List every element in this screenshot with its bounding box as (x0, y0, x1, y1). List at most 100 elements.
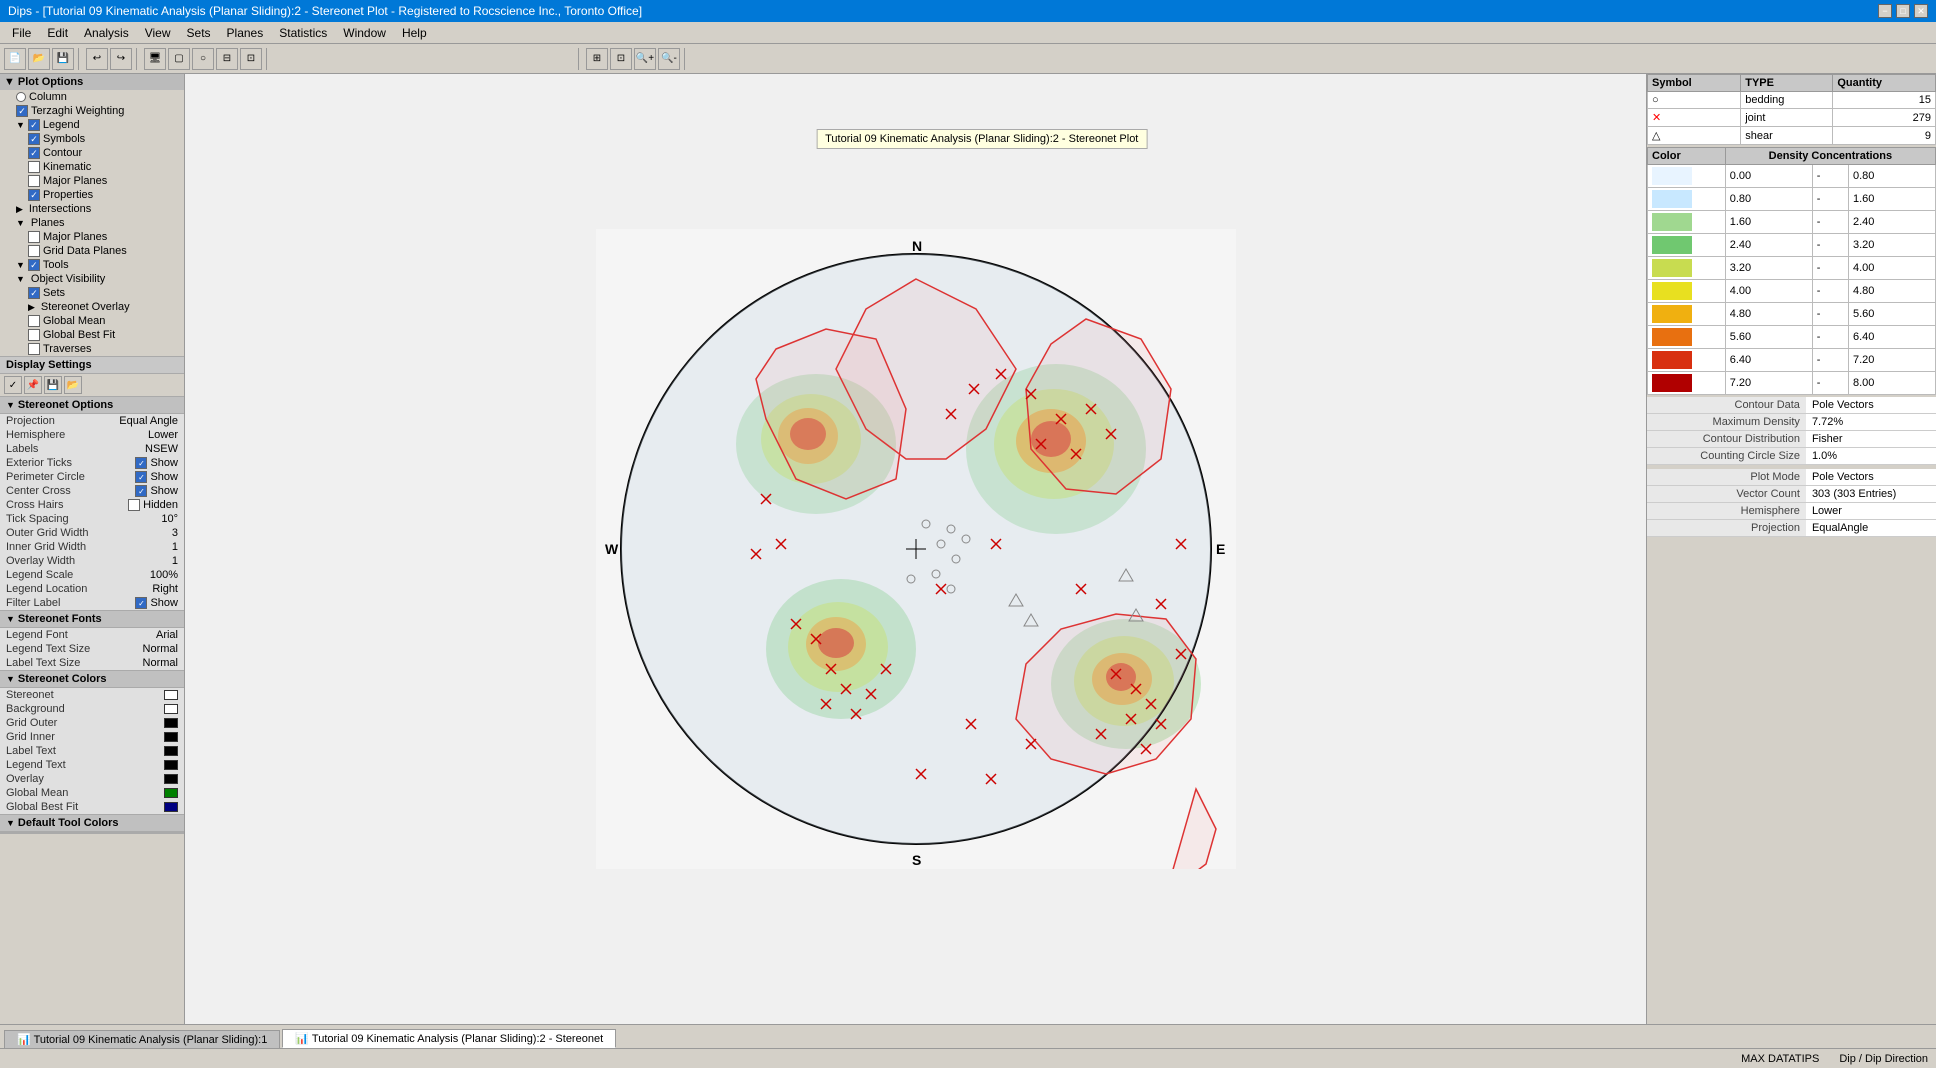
tab-1[interactable]: 📊 Tutorial 09 Kinematic Analysis (Planar… (4, 1030, 280, 1048)
stereonet-fonts-header[interactable]: ▼ Stereonet Fonts (0, 611, 184, 628)
cross-hairs-checkbox[interactable] (128, 499, 140, 511)
stereonet-options-header[interactable]: ▼ Stereonet Options (0, 397, 184, 414)
sets-item[interactable]: ✓ Sets (0, 286, 184, 300)
tb-filter[interactable]: ⊟ (216, 48, 238, 70)
global-best-fit-item[interactable]: Global Best Fit (0, 328, 184, 342)
global-best-fit-color-box[interactable] (164, 802, 178, 812)
dip-direction-label: Dip / Dip Direction (1839, 1053, 1928, 1065)
background-color-box[interactable] (164, 704, 178, 714)
tb-sep4 (578, 48, 582, 70)
menu-file[interactable]: File (4, 24, 39, 42)
major-planes-checkbox[interactable] (28, 175, 40, 187)
terzaghi-item[interactable]: ✓ Terzaghi Weighting (0, 104, 184, 118)
major-planes2-item[interactable]: Major Planes (0, 230, 184, 244)
contour-data-row: Contour Data Pole Vectors (1647, 397, 1936, 414)
display-settings-header[interactable]: Display Settings (0, 357, 184, 374)
tb-new[interactable]: 📄 (4, 48, 26, 70)
menu-planes[interactable]: Planes (219, 24, 272, 42)
tb-open[interactable]: 📂 (28, 48, 50, 70)
grid-data-planes-checkbox[interactable] (28, 245, 40, 257)
menu-analysis[interactable]: Analysis (76, 24, 137, 42)
properties-item[interactable]: ✓ Properties (0, 188, 184, 202)
ds-pin[interactable]: 📌 (24, 376, 42, 394)
tab-2[interactable]: 📊 Tutorial 09 Kinematic Analysis (Planar… (282, 1029, 616, 1048)
tb-zoom-fit[interactable]: ⊡ (610, 48, 632, 70)
tb-select[interactable]: ▢ (168, 48, 190, 70)
stereonet-colors-header[interactable]: ▼ Stereonet Colors (0, 671, 184, 688)
stereonet-color-box[interactable] (164, 690, 178, 700)
tools-item[interactable]: ▼ ✓ Tools (0, 258, 184, 272)
grid-inner-color-box[interactable] (164, 732, 178, 742)
tb-redo[interactable]: ↪ (110, 48, 132, 70)
intersections-item[interactable]: ▶ Intersections (0, 202, 184, 216)
global-mean-item[interactable]: Global Mean (0, 314, 184, 328)
tb-monitor[interactable]: 🖥 (144, 48, 166, 70)
tb-filter2[interactable]: ⊡ (240, 48, 262, 70)
menu-sets[interactable]: Sets (179, 24, 219, 42)
default-tool-colors-header[interactable]: ▼ Default Tool Colors (0, 815, 184, 832)
major-planes2-checkbox[interactable] (28, 231, 40, 243)
close-button[interactable]: ✕ (1914, 4, 1928, 18)
properties-checkbox[interactable]: ✓ (28, 189, 40, 201)
column-radio[interactable] (16, 92, 26, 102)
overlay-width-row: Overlay Width 1 (0, 554, 184, 568)
perimeter-circle-checkbox[interactable]: ✓ (135, 471, 147, 483)
tools-checkbox[interactable]: ✓ (28, 259, 40, 271)
tb-save[interactable]: 💾 (52, 48, 74, 70)
tb-grid[interactable]: ⊞ (586, 48, 608, 70)
menu-statistics[interactable]: Statistics (271, 24, 335, 42)
tb-undo[interactable]: ↩ (86, 48, 108, 70)
filter-label-checkbox[interactable]: ✓ (135, 597, 147, 609)
traverses-checkbox[interactable] (28, 343, 40, 355)
tb-lasso[interactable]: ○ (192, 48, 214, 70)
tb-zoom-in[interactable]: 🔍+ (634, 48, 656, 70)
cross-hairs-row: Cross Hairs Hidden (0, 498, 184, 512)
minimize-button[interactable]: − (1878, 4, 1892, 18)
density-row: 7.20-8.00 (1648, 372, 1936, 395)
left-panel: ▼ Plot Options Column ✓ Terzaghi Weighti… (0, 74, 185, 1024)
legend-item[interactable]: ▼ ✓ Legend (0, 118, 184, 132)
ds-open2[interactable]: 📂 (64, 376, 82, 394)
menu-window[interactable]: Window (335, 24, 394, 42)
kinematic-item[interactable]: Kinematic (0, 160, 184, 174)
contour-item[interactable]: ✓ Contour (0, 146, 184, 160)
menu-view[interactable]: View (137, 24, 179, 42)
tb-zoom-out[interactable]: 🔍- (658, 48, 680, 70)
label-text-color-box[interactable] (164, 746, 178, 756)
legend-text-color-row: Legend Text (0, 758, 184, 772)
ds-save2[interactable]: 💾 (44, 376, 62, 394)
contour-checkbox[interactable]: ✓ (28, 147, 40, 159)
traverses-item[interactable]: Traverses (0, 342, 184, 356)
overlay-color-box[interactable] (164, 774, 178, 784)
column-item[interactable]: Column (0, 90, 184, 104)
center-cross-checkbox[interactable]: ✓ (135, 485, 147, 497)
tb-sep1 (78, 48, 82, 70)
stereonet-fonts-section: ▼ Stereonet Fonts Legend Font Arial Lege… (0, 611, 184, 671)
planes-item[interactable]: ▼ Planes (0, 216, 184, 230)
major-planes-item[interactable]: Major Planes (0, 174, 184, 188)
maximize-button[interactable]: □ (1896, 4, 1910, 18)
menu-edit[interactable]: Edit (39, 24, 76, 42)
terzaghi-checkbox[interactable]: ✓ (16, 105, 28, 117)
symbols-checkbox[interactable]: ✓ (28, 133, 40, 145)
kinematic-checkbox[interactable] (28, 161, 40, 173)
grid-outer-color-box[interactable] (164, 718, 178, 728)
sets-checkbox[interactable]: ✓ (28, 287, 40, 299)
ds-check[interactable]: ✓ (4, 376, 22, 394)
projection-row2: Projection EqualAngle (1647, 520, 1936, 537)
stereonet-overlay-item[interactable]: ▶ Stereonet Overlay (0, 300, 184, 314)
density-color-9 (1652, 351, 1692, 369)
symbols-item[interactable]: ✓ Symbols (0, 132, 184, 146)
legend-checkbox[interactable]: ✓ (28, 119, 40, 131)
exterior-ticks-checkbox[interactable]: ✓ (135, 457, 147, 469)
menu-help[interactable]: Help (394, 24, 435, 42)
global-mean-color-box[interactable] (164, 788, 178, 798)
object-visibility-item[interactable]: ▼ Object Visibility (0, 272, 184, 286)
density-color-2 (1652, 190, 1692, 208)
grid-data-planes-item[interactable]: Grid Data Planes (0, 244, 184, 258)
legend-text-color-box[interactable] (164, 760, 178, 770)
plot-options-header[interactable]: ▼ Plot Options (0, 74, 184, 90)
global-mean-checkbox[interactable] (28, 315, 40, 327)
density-table: Color Density Concentrations 0.00-0.80 0… (1647, 147, 1936, 395)
global-best-fit-checkbox[interactable] (28, 329, 40, 341)
